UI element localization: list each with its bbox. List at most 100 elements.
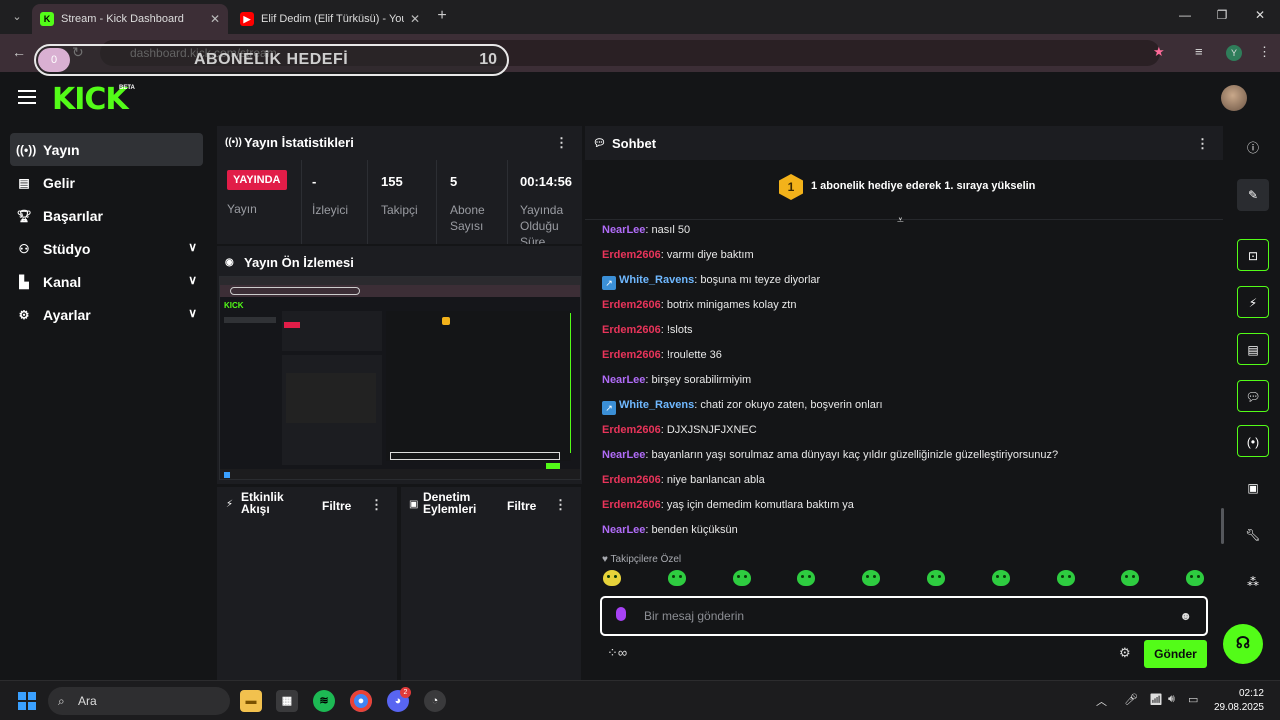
sidebar-item-yayin[interactable]: ((•)) Yayın [10,133,203,166]
notes-icon[interactable]: ▤ [1237,333,1269,365]
wifi-icon[interactable]: 📶︎ [1149,693,1163,706]
lightning-icon[interactable]: ⚡︎ [1237,286,1269,318]
chat-scrollbar[interactable] [1221,508,1224,544]
chat-username[interactable]: Erdem2606 [602,299,661,311]
mod-actions-panel: ▣ Denetim Eylemleri Filtre ⋮ [401,487,581,680]
chat-username[interactable]: Erdem2606 [602,424,661,436]
share-icon[interactable]: ⁂ [1237,566,1269,598]
more-options-icon[interactable]: ⋮ [554,497,567,513]
clock-date: 29.08.2025 [1213,702,1264,713]
emote-icon[interactable] [1186,570,1205,586]
screenshot-icon[interactable]: ⊡ [1237,239,1269,271]
bookmark-star-icon[interactable]: ★ [1153,44,1165,60]
tray-chevron-icon[interactable]: ︿ [1096,693,1107,709]
clock-time: 02:12 [1238,688,1264,699]
volume-icon[interactable]: 🔊︎ [1168,693,1175,706]
chat-bubble-icon[interactable]: 💬︎ [1237,380,1269,412]
file-explorer-icon[interactable]: ▬ [240,690,262,712]
maximize-icon[interactable]: ❐ [1212,8,1232,22]
stream-preview-video[interactable]: KICK [219,276,581,480]
user-avatar[interactable] [1221,85,1247,111]
filter-button[interactable]: Filtre [507,499,536,513]
sidebar-item-basarilar[interactable]: 🏆︎ Başarılar [10,199,203,232]
close-tab-icon[interactable]: ✕ [410,12,420,26]
broadcast-icon[interactable]: (•) [1237,425,1269,457]
sidebar-item-studyo[interactable]: ⚇ Stüdyo ∨ [10,232,203,265]
chat-message-text: boşuna mı teyze diyorlar [700,274,821,286]
chat-username[interactable]: Erdem2606 [602,474,661,486]
stats-row: YAYINDA Yayın - İzleyici 155 Takipçi 5 A… [217,160,582,244]
more-options-icon[interactable]: ⋮ [1196,136,1209,152]
more-options-icon[interactable]: ⋮ [370,497,383,513]
minimize-icon[interactable]: — [1175,8,1195,22]
chat-username[interactable]: White_Ravens [619,399,694,411]
chat-username[interactable]: NearLee [602,449,645,461]
menu-icon[interactable] [18,90,36,104]
points-icon[interactable]: ⁘∞ [607,645,627,661]
chat-username[interactable]: Erdem2606 [602,249,661,261]
close-window-icon[interactable]: ✕ [1250,8,1270,22]
store-icon[interactable]: ▦ [276,690,298,712]
microphone-icon[interactable]: 🎤︎ [1124,693,1138,706]
spotify-icon[interactable]: ≋ [313,690,335,712]
emote-icon[interactable] [991,570,1010,586]
chat-username[interactable]: NearLee [602,524,645,536]
broadcast-icon: ((•)) [16,142,37,157]
emote-icon[interactable] [667,570,686,586]
chat-username[interactable]: Erdem2606 [602,349,661,361]
kick-logo[interactable]: KICK [52,82,129,117]
browser-menu-icon[interactable]: ⋮ [1258,44,1271,60]
emote-icon[interactable] [927,570,945,586]
profile-avatar[interactable]: Y [1226,45,1242,61]
chrome-icon[interactable]: ● [350,690,372,712]
more-options-icon[interactable]: ⋮ [555,135,568,151]
battery-icon[interactable]: ▭ [1188,693,1198,706]
chat-messages: NearLee: nasıl 50 Erdem2606: varmı diye b… [602,224,1212,549]
mic-icon[interactable] [616,607,626,621]
stat-label: Yayın [227,202,257,216]
sidebar-item-ayarlar[interactable]: ⚙ Ayarlar ∨ [10,298,203,331]
chat-username[interactable]: White_Ravens [619,274,694,286]
search-label: Ara [78,694,97,708]
taskbar-clock[interactable]: 02:12 29.08.2025 [1214,687,1264,715]
support-headset-icon[interactable]: ☊ [1223,624,1263,664]
chat-username[interactable]: Erdem2606 [602,324,661,336]
stream-preview-panel: ◉ Yayın Ön İzlemesi KICK [217,246,582,484]
chat-message-text: birşey sorabilirmiyim [651,374,752,386]
send-button[interactable]: Gönder [1144,640,1207,668]
back-icon[interactable]: ← [12,44,26,60]
sidebar-item-kanal[interactable]: ▙ Kanal ∨ [10,265,203,298]
chat-username[interactable]: NearLee [602,224,645,236]
sidebar-item-gelir[interactable]: ▤ Gelir [10,166,203,199]
video-icon[interactable]: ▣ [1237,472,1269,504]
wrench-icon[interactable]: 🔧︎ [1237,519,1269,551]
windows-start-icon[interactable] [18,692,36,710]
tab-search-button[interactable]: ⌄ [6,8,28,26]
emote-icon[interactable] [1121,570,1140,586]
chat-username[interactable]: Erdem2606 [602,499,661,511]
emote-icon[interactable] [862,570,881,586]
info-icon[interactable]: ⓘ [1237,132,1269,164]
gear-icon[interactable]: ⚙ [1119,645,1131,661]
new-tab-button[interactable]: + [432,6,452,26]
taskbar-search[interactable]: ⌕ Ara [48,687,230,715]
obs-icon[interactable]: ◔ [424,690,446,712]
edit-icon[interactable]: ✎ [1237,179,1269,211]
media-control-icon[interactable]: ≡ [1195,44,1203,59]
chat-message: Erdem2606: yaş için demedim komutlara ba… [602,499,1212,524]
emote-icon[interactable] [797,570,816,586]
close-tab-icon[interactable]: ✕ [210,12,220,26]
chat-username[interactable]: NearLee [602,374,645,386]
emote-bar [603,570,1205,594]
emote-icon[interactable] [603,570,621,586]
chat-input[interactable]: Bir mesaj gönderin ☻ [600,596,1208,636]
emote-icon[interactable] [732,570,751,586]
pinned-gift-banner[interactable]: 1 1 abonelik hediye ederek 1. sıraya yük… [585,162,1223,220]
tab-youtube[interactable]: ▶ Elif Dedim (Elif Türküsü) - YouTube ✕ [232,4,428,34]
emoji-icon[interactable]: ☻ [1179,609,1192,623]
panel-title: Etkinlik Akışı [241,490,284,516]
subscriber-badge-icon: ↗ [602,276,616,290]
tab-kick-dashboard[interactable]: K Stream - Kick Dashboard ✕ [32,4,228,34]
emote-icon[interactable] [1056,570,1075,586]
filter-button[interactable]: Filtre [322,499,351,513]
